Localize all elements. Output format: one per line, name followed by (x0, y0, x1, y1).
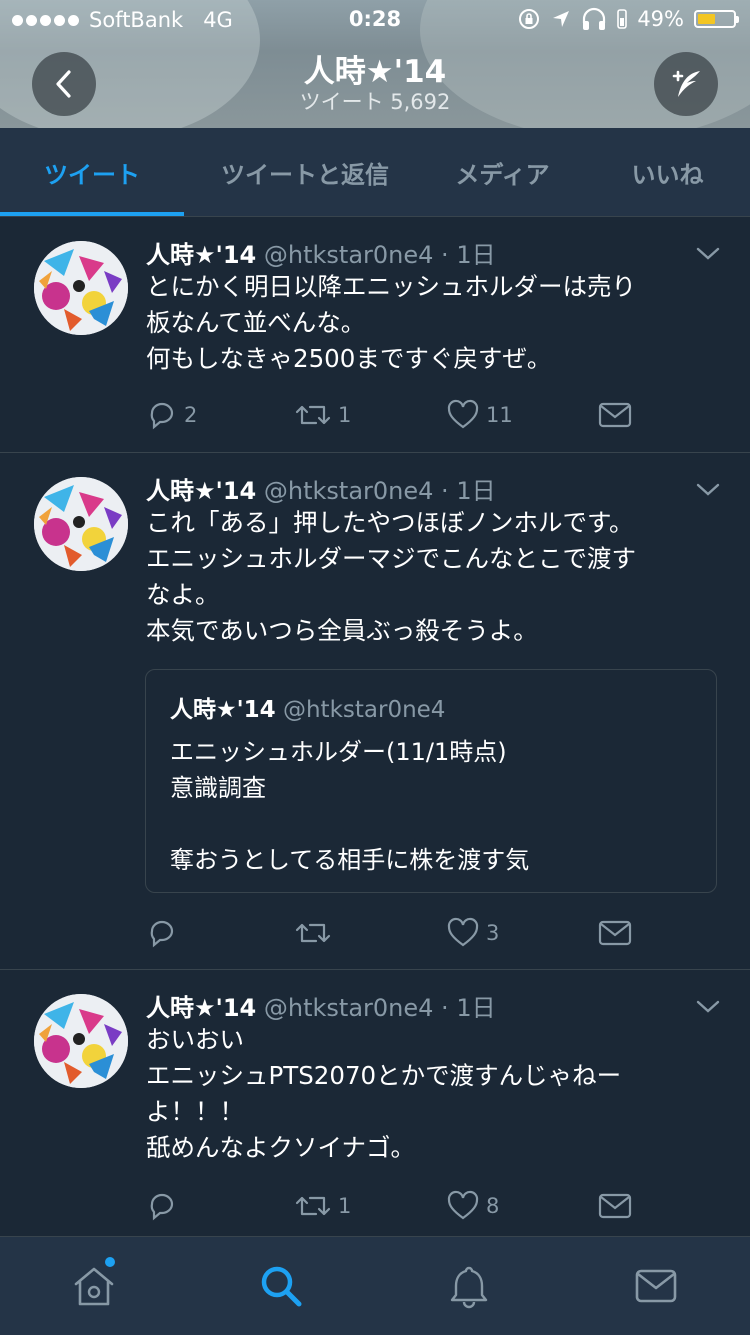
reply-icon (150, 920, 174, 948)
author-handle-time: @htkstar0ne4 · 1日 (263, 241, 496, 269)
reply-count: 2 (184, 403, 198, 427)
bell-icon (450, 1266, 487, 1309)
avatar-image (34, 241, 128, 335)
author-name[interactable]: 人時★'14 (146, 477, 256, 505)
like-button[interactable]: 11 (446, 395, 513, 435)
reply-button[interactable] (146, 913, 184, 953)
reply-button[interactable] (146, 1186, 184, 1226)
compose-feather-icon (672, 70, 700, 97)
compose-tweet-button[interactable] (654, 52, 718, 116)
bluetooth-battery-icon (617, 9, 628, 29)
tab-tweets[interactable]: ツイート (0, 128, 184, 216)
profile-name: 人時★'14 (303, 54, 447, 90)
location-icon (553, 11, 570, 27)
like-button[interactable]: 3 (446, 913, 499, 953)
like-button[interactable]: 8 (446, 1186, 499, 1226)
retweet-icon (295, 1196, 331, 1216)
active-tab-indicator (0, 212, 184, 216)
avatar-image (34, 994, 128, 1088)
quoted-tweet-text: エニッシュホルダー(11/1時点) 意識調査 奪おうとしてる相手に株を渡す気 (170, 738, 530, 874)
dm-icon (598, 920, 632, 946)
avatar[interactable] (34, 241, 128, 335)
orientation-lock-icon (519, 9, 540, 29)
tweet-header: 人時★'14 @htkstar0ne4 · 1日 (146, 471, 496, 506)
author-handle-time: @htkstar0ne4 · 1日 (263, 477, 496, 505)
headphones-icon (583, 7, 606, 30)
like-icon (447, 399, 479, 429)
avatar[interactable] (34, 477, 128, 571)
like-icon (447, 1190, 479, 1220)
retweet-count: 1 (338, 403, 352, 427)
like-icon (447, 917, 479, 947)
tab-media[interactable]: メディア (420, 128, 585, 216)
retweet-button[interactable]: 1 (294, 395, 351, 435)
retweet-button[interactable]: 1 (294, 1186, 351, 1226)
dm-button[interactable] (598, 395, 632, 435)
tab-likes[interactable]: いいね (585, 128, 750, 216)
tweet-text: これ「ある」押したやつほぼノンホルです。 エニッシュホルダーマジでこんなとこで渡… (146, 508, 636, 645)
chevron-down-icon[interactable] (696, 483, 720, 497)
like-count: 3 (486, 921, 500, 945)
quoted-author-handle: @htkstar0ne4 (282, 697, 446, 723)
tab-tweets-and-replies[interactable]: ツイートと返信 (190, 128, 420, 216)
like-count: 11 (486, 403, 513, 427)
tweet-header: 人時★'14 @htkstar0ne4 · 1日 (146, 988, 496, 1023)
author-name[interactable]: 人時★'14 (146, 241, 256, 269)
home-icon (74, 1267, 113, 1306)
retweet-button[interactable] (294, 913, 338, 953)
tweet-text: とにかく明日以降エニッシュホルダーは売り 板なんて並べんな。 何もしなきゃ250… (146, 272, 636, 373)
chevron-down-icon[interactable] (696, 247, 720, 261)
quoted-author-name: 人時★'14 (170, 697, 276, 723)
battery-icon (694, 10, 739, 28)
tweet-text: おいおい エニッシュPTS2070とかで渡すんじゃねー よ！！！ 舐めんなよクソ… (146, 1025, 622, 1162)
like-count: 8 (486, 1194, 500, 1218)
chevron-down-icon[interactable] (696, 1000, 720, 1014)
reply-button[interactable]: 2 (146, 395, 197, 435)
tweet-header: 人時★'14 @htkstar0ne4 · 1日 (146, 235, 496, 270)
nav-search[interactable] (187, 1237, 374, 1335)
status-bar: SoftBank 4G 0:28 49% (0, 0, 750, 40)
author-name[interactable]: 人時★'14 (146, 994, 256, 1022)
tweet[interactable]: 人時★'14 @htkstar0ne4 · 1日 これ「ある」押したやつほぼノン… (0, 453, 750, 970)
retweet-count: 1 (338, 1194, 352, 1218)
mail-icon (635, 1269, 676, 1303)
author-handle-time: @htkstar0ne4 · 1日 (263, 994, 496, 1022)
profile-header: SoftBank 4G 0:28 49% 人時★'14 ツイート 5,692 (0, 0, 750, 128)
retweet-icon (295, 405, 331, 425)
tweet-actions: 1 8 (146, 1186, 646, 1226)
status-right: 49% (517, 7, 739, 31)
nav-messages[interactable] (562, 1237, 749, 1335)
reply-icon (150, 402, 174, 430)
tweet-count: ツイート 5,692 (299, 90, 451, 114)
battery-percent: 49% (637, 7, 684, 31)
notification-dot (105, 1257, 115, 1267)
avatar[interactable] (34, 994, 128, 1088)
nav-home[interactable] (0, 1237, 187, 1335)
dm-button[interactable] (598, 1186, 632, 1226)
dm-icon (598, 1193, 632, 1219)
retweet-icon (295, 923, 331, 943)
dm-button[interactable] (598, 913, 632, 953)
tweet[interactable]: 人時★'14 @htkstar0ne4 · 1日 おいおい エニッシュPTS20… (0, 970, 750, 1236)
tweet[interactable]: 人時★'14 @htkstar0ne4 · 1日 とにかく明日以降エニッシュホル… (0, 217, 750, 453)
reply-icon (150, 1193, 174, 1221)
avatar-image (34, 477, 128, 571)
bottom-tab-bar (0, 1236, 750, 1335)
tweet-actions: 3 (146, 913, 646, 953)
quoted-tweet-header: 人時★'14 @htkstar0ne4 (170, 690, 445, 724)
dm-icon (598, 402, 632, 428)
profile-tabs: ツイート ツイートと返信 メディア いいね (0, 128, 750, 217)
tweet-actions: 2 1 11 (146, 395, 646, 435)
nav-notifications[interactable] (375, 1237, 562, 1335)
search-icon (261, 1266, 301, 1307)
quoted-tweet[interactable]: 人時★'14 @htkstar0ne4 エニッシュホルダー(11/1時点) 意識… (145, 669, 717, 893)
